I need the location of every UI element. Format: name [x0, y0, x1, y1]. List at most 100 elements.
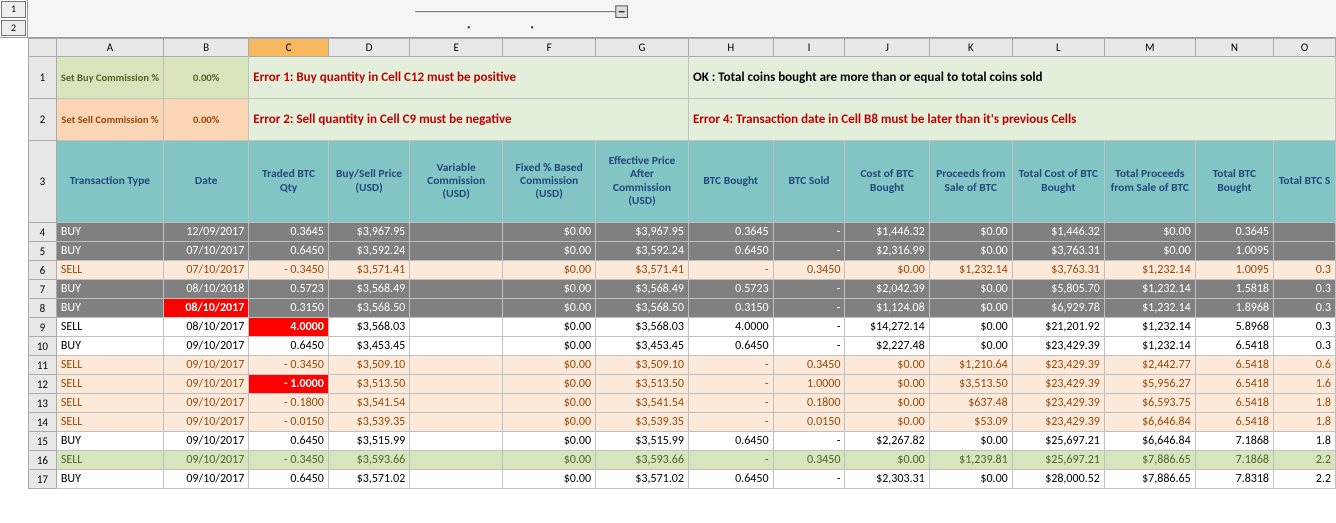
cell[interactable]: $3,571.41 — [328, 261, 409, 280]
cell[interactable] — [410, 451, 503, 470]
cell[interactable]: $3,509.10 — [596, 356, 689, 375]
cell[interactable]: $3,515.99 — [328, 432, 409, 451]
cell[interactable]: $0.00 — [503, 394, 596, 413]
cell[interactable]: $6,593.75 — [1104, 394, 1195, 413]
cell[interactable]: 0.6450 — [249, 432, 329, 451]
cell[interactable]: - — [773, 242, 845, 261]
cell[interactable]: - — [688, 413, 773, 432]
row-header[interactable]: 10 — [29, 337, 57, 356]
col-header-d[interactable]: D — [328, 39, 409, 57]
cell[interactable]: $1,232.14 — [1104, 299, 1195, 318]
cell[interactable]: BUY — [56, 299, 163, 318]
cell[interactable]: $3,541.54 — [328, 394, 409, 413]
cell[interactable]: SELL — [56, 375, 163, 394]
cell[interactable] — [410, 280, 503, 299]
cell[interactable]: 4.0000 — [249, 318, 329, 337]
cell[interactable] — [410, 413, 503, 432]
cell[interactable]: 0.0150 — [773, 413, 845, 432]
cell[interactable]: $0.00 — [503, 280, 596, 299]
cell[interactable]: $23,429.39 — [1012, 413, 1104, 432]
row-header[interactable]: 5 — [29, 242, 57, 261]
col-header-m[interactable]: M — [1104, 39, 1195, 57]
cell[interactable]: $0.00 — [503, 451, 596, 470]
cell[interactable]: $6,646.84 — [1104, 432, 1195, 451]
cell[interactable]: 0.3645 — [1195, 223, 1273, 242]
cell[interactable]: 1.0095 — [1195, 242, 1273, 261]
cell[interactable] — [410, 337, 503, 356]
cell[interactable]: $0.00 — [929, 318, 1012, 337]
cell[interactable]: $3,568.49 — [596, 280, 689, 299]
outline-level-1-button[interactable]: 1 — [1, 1, 26, 18]
row-header[interactable]: 17 — [29, 470, 57, 489]
cell[interactable]: $1,124.08 — [845, 299, 929, 318]
cell[interactable]: $1,446.32 — [1012, 223, 1104, 242]
cell[interactable]: $1,232.14 — [1104, 261, 1195, 280]
cell[interactable]: $3,967.95 — [328, 223, 409, 242]
cell[interactable]: 0.3645 — [688, 223, 773, 242]
cell[interactable]: - 1.0000 — [249, 375, 329, 394]
cell[interactable]: $0.00 — [929, 242, 1012, 261]
cell[interactable]: $23,429.39 — [1012, 337, 1104, 356]
cell[interactable]: $1,239.81 — [929, 451, 1012, 470]
cell[interactable]: $0.00 — [503, 432, 596, 451]
cell[interactable]: $3,763.31 — [1012, 242, 1104, 261]
cell[interactable]: $0.00 — [503, 375, 596, 394]
cell[interactable]: $3,539.35 — [328, 413, 409, 432]
cell[interactable]: $0.00 — [929, 299, 1012, 318]
cell[interactable]: $0.00 — [503, 242, 596, 261]
cell[interactable]: 0.3150 — [249, 299, 329, 318]
cell[interactable]: 0.3 — [1274, 280, 1336, 299]
cell[interactable]: 09/10/2017 — [164, 337, 249, 356]
cell[interactable]: $7,886.65 — [1104, 470, 1195, 489]
cell[interactable]: - 0.3450 — [249, 451, 329, 470]
cell[interactable]: 1.8968 — [1195, 299, 1273, 318]
cell[interactable] — [410, 261, 503, 280]
cell[interactable]: $0.00 — [929, 470, 1012, 489]
cell[interactable]: $3,513.50 — [596, 375, 689, 394]
cell[interactable]: $0.00 — [845, 451, 929, 470]
cell[interactable]: - — [773, 318, 845, 337]
row-header[interactable]: 7 — [29, 280, 57, 299]
col-header-k[interactable]: K — [929, 39, 1012, 57]
cell[interactable]: $0.00 — [845, 375, 929, 394]
cell[interactable]: 5.8968 — [1195, 318, 1273, 337]
cell[interactable]: 7.1868 — [1195, 451, 1273, 470]
cell[interactable]: $1,446.32 — [845, 223, 929, 242]
cell[interactable]: 0.6450 — [249, 337, 329, 356]
col-header-g[interactable]: G — [596, 39, 689, 57]
row-header[interactable]: 8 — [29, 299, 57, 318]
cell[interactable]: $25,697.21 — [1012, 451, 1104, 470]
cell[interactable]: SELL — [56, 451, 163, 470]
cell[interactable]: - — [688, 261, 773, 280]
cell[interactable]: $2,267.82 — [845, 432, 929, 451]
cell[interactable]: 6.5418 — [1195, 337, 1273, 356]
cell[interactable]: 0.6450 — [688, 432, 773, 451]
cell[interactable]: 0.1800 — [773, 394, 845, 413]
row-header[interactable]: 11 — [29, 356, 57, 375]
cell[interactable]: 6.5418 — [1195, 375, 1273, 394]
cell[interactable]: $3,453.45 — [328, 337, 409, 356]
cell[interactable]: $0.00 — [845, 356, 929, 375]
col-header-e[interactable]: E — [410, 39, 503, 57]
cell[interactable]: $3,568.50 — [328, 299, 409, 318]
cell[interactable]: $2,042.39 — [845, 280, 929, 299]
cell[interactable]: $6,646.84 — [1104, 413, 1195, 432]
select-all-corner[interactable] — [29, 39, 57, 57]
cell[interactable]: 1.8 — [1274, 432, 1336, 451]
cell[interactable]: $0.00 — [845, 413, 929, 432]
cell[interactable]: $0.00 — [503, 337, 596, 356]
cell[interactable]: $3,539.35 — [596, 413, 689, 432]
cell[interactable]: $3,593.66 — [596, 451, 689, 470]
cell[interactable]: SELL — [56, 394, 163, 413]
cell[interactable]: 1.0095 — [1195, 261, 1273, 280]
cell[interactable]: $3,571.02 — [328, 470, 409, 489]
cell[interactable]: $25,697.21 — [1012, 432, 1104, 451]
cell[interactable]: $1,210.64 — [929, 356, 1012, 375]
cell[interactable]: $23,429.39 — [1012, 394, 1104, 413]
cell[interactable] — [410, 242, 503, 261]
cell[interactable]: 6.5418 — [1195, 394, 1273, 413]
cell[interactable] — [1274, 242, 1336, 261]
cell[interactable]: 1.0000 — [773, 375, 845, 394]
cell[interactable]: 09/10/2017 — [164, 470, 249, 489]
cell[interactable] — [410, 318, 503, 337]
